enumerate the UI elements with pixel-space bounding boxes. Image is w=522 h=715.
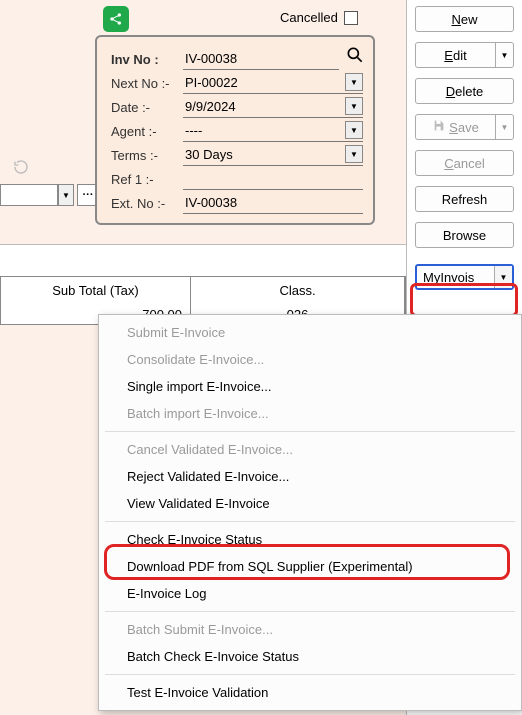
col-subtotal[interactable]: Sub Total (Tax) <box>1 277 191 303</box>
myinvois-dropdown[interactable]: ▼ <box>494 266 512 288</box>
extno-value[interactable]: IV-00038 <box>183 195 363 210</box>
myinvois-context-menu: Submit E-Invoice Consolidate E-Invoice..… <box>98 314 522 711</box>
agent-label: Agent :- <box>111 124 183 139</box>
ref1-label: Ref 1 :- <box>111 172 183 187</box>
inv-no-label: Inv No : <box>111 52 183 67</box>
myinvois-button[interactable]: MyInvois ▼ <box>415 264 514 290</box>
refresh-icon[interactable] <box>12 158 30 176</box>
menu-single-import[interactable]: Single import E-Invoice... <box>99 373 521 400</box>
new-button[interactable]: New <box>415 6 514 32</box>
menu-consolidate: Consolidate E-Invoice... <box>99 346 521 373</box>
refresh-button[interactable]: Refresh <box>415 186 514 212</box>
browse-button[interactable]: Browse <box>415 222 514 248</box>
small-combo-dropdown[interactable]: ▼ <box>58 184 74 206</box>
info-panel: Inv No : IV-00038 Next No :- PI-00022 ▼ … <box>95 35 375 225</box>
next-no-label: Next No :- <box>111 76 183 91</box>
date-dropdown[interactable]: ▼ <box>345 97 363 115</box>
agent-value[interactable]: ---- <box>183 123 345 138</box>
small-combo-field[interactable] <box>0 184 58 206</box>
search-icon[interactable] <box>345 45 365 65</box>
save-dropdown: ▼ <box>495 115 513 139</box>
cancelled-checkbox-label: Cancelled <box>280 10 358 25</box>
extno-label: Ext. No :- <box>111 196 183 211</box>
terms-value[interactable]: 30 Days <box>183 147 345 162</box>
agent-dropdown[interactable]: ▼ <box>345 121 363 139</box>
save-icon <box>432 119 445 135</box>
menu-submit: Submit E-Invoice <box>99 319 521 346</box>
date-value[interactable]: 9/9/2024 <box>183 99 345 114</box>
menu-reject-validated[interactable]: Reject Validated E-Invoice... <box>99 463 521 490</box>
save-button: Save ▼ <box>415 114 514 140</box>
terms-label: Terms :- <box>111 148 183 163</box>
inv-no-value[interactable]: IV-00038 <box>183 51 339 66</box>
menu-batch-submit: Batch Submit E-Invoice... <box>99 616 521 643</box>
share-icon[interactable] <box>103 6 129 32</box>
delete-button[interactable]: Delete <box>415 78 514 104</box>
next-no-dropdown[interactable]: ▼ <box>345 73 363 91</box>
col-class[interactable]: Class. <box>191 277 405 303</box>
edit-button[interactable]: Edit ▼ <box>415 42 514 68</box>
cancel-button: Cancel <box>415 150 514 176</box>
cancelled-label: Cancelled <box>280 10 338 25</box>
next-no-value[interactable]: PI-00022 <box>183 75 345 90</box>
menu-check-status[interactable]: Check E-Invoice Status <box>99 526 521 553</box>
menu-einvoice-log[interactable]: E-Invoice Log <box>99 580 521 607</box>
terms-dropdown[interactable]: ▼ <box>345 145 363 163</box>
menu-cancel-validated: Cancel Validated E-Invoice... <box>99 436 521 463</box>
edit-dropdown[interactable]: ▼ <box>495 43 513 67</box>
menu-view-validated[interactable]: View Validated E-Invoice <box>99 490 521 517</box>
date-label: Date :- <box>111 100 183 115</box>
menu-batch-import: Batch import E-Invoice... <box>99 400 521 427</box>
menu-test-validation[interactable]: Test E-Invoice Validation <box>99 679 521 706</box>
menu-download-pdf[interactable]: Download PDF from SQL Supplier (Experime… <box>99 553 521 580</box>
small-combo: ▼ ··· <box>0 184 99 206</box>
menu-batch-check[interactable]: Batch Check E-Invoice Status <box>99 643 521 670</box>
cancelled-checkbox[interactable] <box>344 11 358 25</box>
table-header: Sub Total (Tax) Class. <box>0 276 406 304</box>
